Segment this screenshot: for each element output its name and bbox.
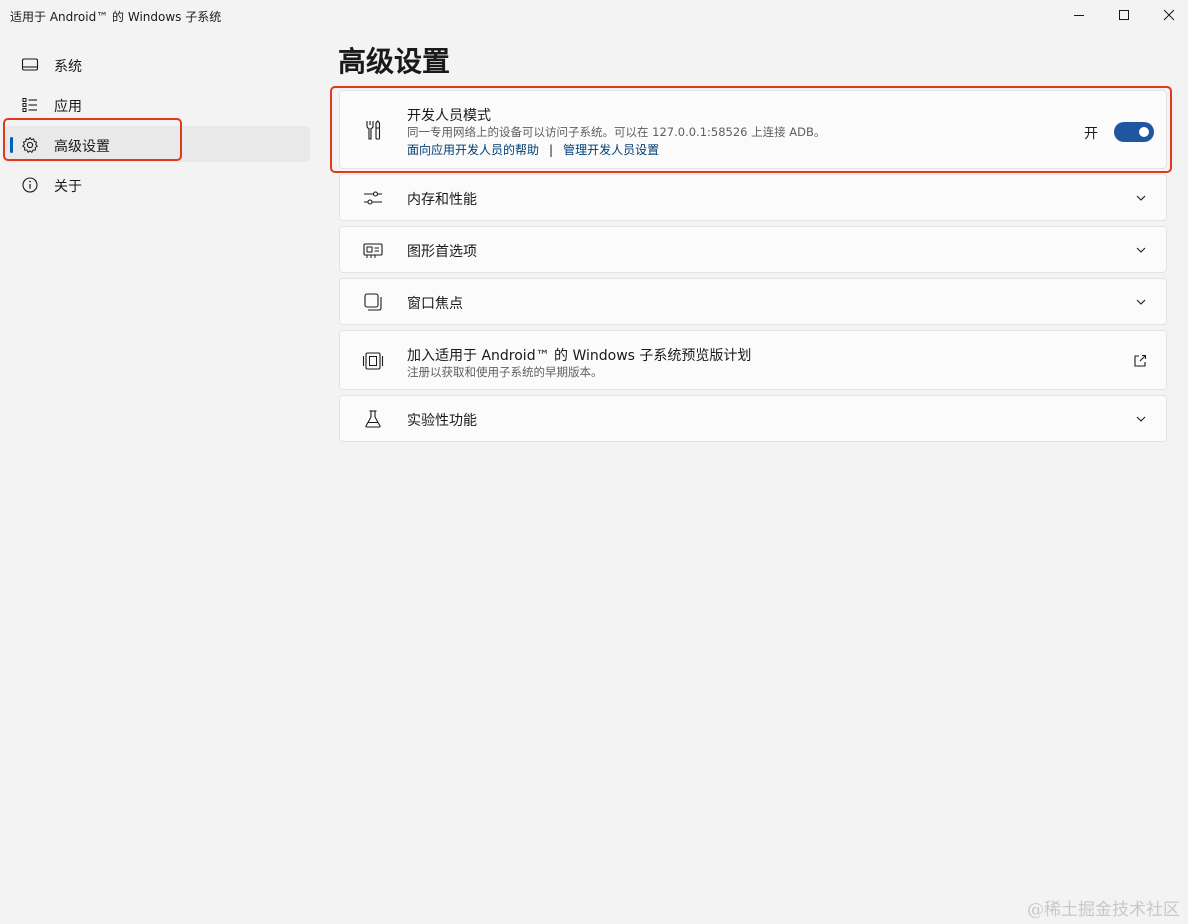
developer-mode-toggle[interactable] [1114,122,1154,142]
nav-item-advanced[interactable]: 高级设置 [4,126,310,162]
window-title: 适用于 Android™ 的 Windows 子系统 [10,10,222,24]
sliders-icon [362,187,384,209]
preview-program-description: 注册以获取和使用子系统的早期版本。 [407,365,603,379]
experimental-features-title: 实验性功能 [407,413,477,429]
flask-icon [362,408,384,430]
manage-developer-settings-link[interactable]: 管理开发人员设置 [563,141,659,158]
developer-links: 面向应用开发人员的帮助 | 管理开发人员设置 [407,141,659,158]
nav-item-label: 关于 [54,179,82,195]
developer-mode-card: 开发人员模式 同一专用网络上的设备可以访问子系统。可以在 127.0.0.1:5… [339,90,1167,169]
minimize-icon [1074,15,1084,16]
external-link-icon [1132,353,1148,369]
close-button[interactable] [1146,0,1188,30]
experimental-features-card[interactable]: 实验性功能 [339,395,1167,442]
developer-tools-icon [362,119,384,141]
gear-icon [20,135,40,155]
graphics-card-icon [362,239,384,261]
preview-program-card[interactable]: 加入适用于 Android™ 的 Windows 子系统预览版计划 注册以获取和… [339,330,1167,390]
nav-item-label: 系统 [54,59,82,75]
nav-item-label: 应用 [54,99,82,115]
preview-program-title: 加入适用于 Android™ 的 Windows 子系统预览版计划 [407,348,752,364]
chevron-down-icon [1134,295,1148,309]
toggle-state-label: 开 [1084,126,1098,142]
graphics-preferences-card[interactable]: 图形首选项 [339,226,1167,273]
minimize-button[interactable] [1056,0,1102,30]
chevron-down-icon [1134,191,1148,205]
app-list-icon [20,95,40,115]
maximize-icon [1119,10,1129,20]
nav-item-system[interactable]: 系统 [4,46,310,82]
chevron-down-icon [1134,243,1148,257]
toggle-knob [1139,127,1149,137]
watermark: @稀土掘金技术社区 [1027,900,1180,920]
title-bar: 适用于 Android™ 的 Windows 子系统 [0,0,1188,32]
selection-indicator [10,137,13,153]
memory-performance-title: 内存和性能 [407,192,477,208]
page-title: 高级设置 [338,45,451,78]
memory-performance-card[interactable]: 内存和性能 [339,174,1167,221]
preview-program-icon [362,350,384,372]
close-icon [1163,9,1175,21]
window-focus-icon [362,291,384,313]
developer-mode-description: 同一专用网络上的设备可以访问子系统。可以在 127.0.0.1:58526 上连… [407,125,826,139]
nav-item-about[interactable]: 关于 [4,166,310,202]
monitor-icon [20,55,40,75]
developer-help-link[interactable]: 面向应用开发人员的帮助 [407,141,539,158]
developer-mode-title: 开发人员模式 [407,108,491,124]
link-separator: | [549,142,554,157]
info-icon [20,175,40,195]
nav-item-apps[interactable]: 应用 [4,86,310,122]
chevron-down-icon [1134,412,1148,426]
maximize-button[interactable] [1101,0,1147,30]
graphics-preferences-title: 图形首选项 [407,244,477,260]
window-focus-card[interactable]: 窗口焦点 [339,278,1167,325]
window-focus-title: 窗口焦点 [407,296,463,312]
nav-item-label: 高级设置 [54,139,110,155]
